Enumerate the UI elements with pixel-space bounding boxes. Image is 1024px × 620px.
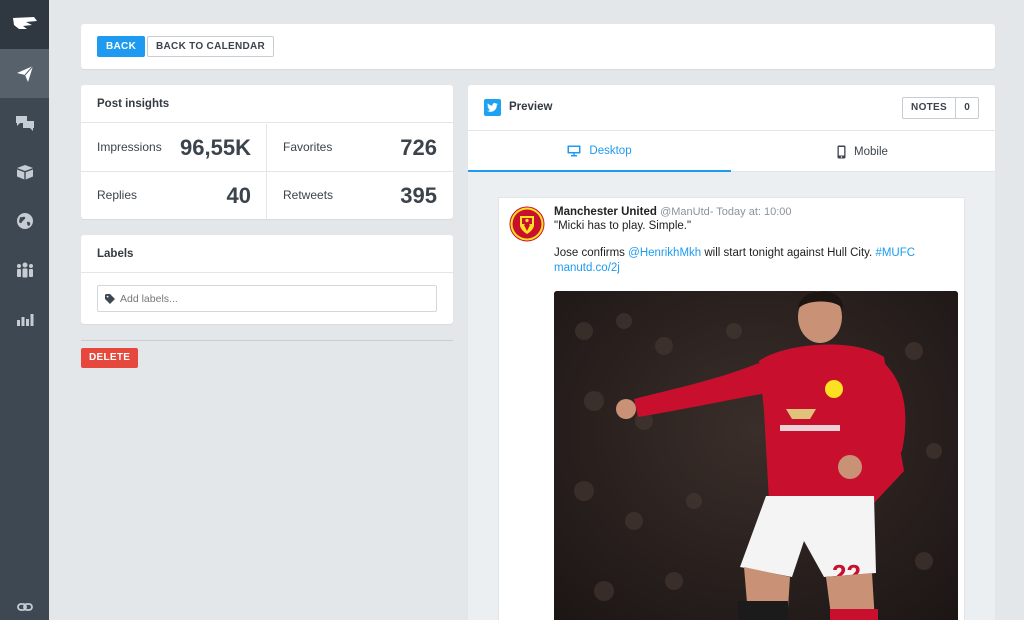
section-divider [81,340,453,341]
preview-tabs: Desktop Mobile [468,132,995,172]
impressions-stat: Impressions 96,55K [81,124,267,171]
tweet-quote: "Micki has to play. Simple." [554,220,692,232]
tweet-author-handle[interactable]: @ManUtd [660,206,710,218]
grid-divider-horizontal [81,171,453,172]
retweets-label: Retweets [283,188,334,202]
brand-logo-icon [12,16,37,33]
post-insights-panel: Post insights Impressions 96,55K Favorit… [81,85,453,219]
bar-chart-icon [16,313,33,326]
tab-desktop-label: Desktop [589,145,632,157]
replies-label: Replies [97,188,138,202]
sidebar-item-publish[interactable] [0,49,49,98]
paper-plane-icon [16,65,33,82]
avatar [509,206,545,242]
sidebar-item-analytics[interactable] [0,294,49,343]
tab-desktop[interactable]: Desktop [468,132,731,172]
twitter-icon [484,99,501,116]
preview-body: Manchester United @ManUtd- Today at: 10:… [468,172,995,620]
tab-mobile-label: Mobile [854,146,888,158]
labels-title: Labels [81,235,453,273]
sidebar-item-listen[interactable] [0,196,49,245]
tweet-timestamp: - Today at: 10:00 [709,206,792,218]
sidebar [0,0,49,620]
retweets-stat: Retweets 395 [267,172,453,219]
tweet-card: Manchester United @ManUtd- Today at: 10:… [498,197,965,620]
tweet-hashtag-link[interactable]: #MUFC [875,247,915,259]
favorites-label: Favorites [283,140,333,154]
preview-panel: Preview NOTES 0 Desktop Mobile Mancheste… [468,85,995,620]
tweet-header: Manchester United @ManUtd- Today at: 10:… [554,206,792,218]
replies-value: 40 [226,183,251,208]
labels-panel: Labels [81,235,453,324]
post-insights-title: Post insights [81,85,453,123]
sidebar-item-audience[interactable] [0,245,49,294]
sidebar-link[interactable] [0,594,49,620]
sidebar-item-content[interactable] [0,147,49,196]
tweet-media-image[interactable]: 22 [554,291,958,620]
tweet-author-name[interactable]: Manchester United [554,206,657,218]
insights-grid: Impressions 96,55K Favorites 726 Replies… [81,124,453,219]
tweet-text-start: Jose confirms [554,247,629,259]
sidebar-item-engage[interactable] [0,98,49,147]
back-to-calendar-button[interactable]: BACK TO CALENDAR [147,36,275,57]
preview-header: Preview NOTES 0 [468,85,995,131]
club-crest-icon [509,206,545,242]
notes-label: NOTES [903,98,956,118]
impressions-label: Impressions [97,140,162,154]
impressions-value: 96,55K [180,135,251,160]
labels-field[interactable] [97,285,437,312]
favorites-value: 726 [400,135,437,160]
labels-input[interactable] [120,292,420,305]
preview-title: Preview [509,101,553,113]
replies-stat: Replies 40 [81,172,267,219]
delete-button[interactable]: DELETE [81,348,139,368]
favorites-stat: Favorites 726 [267,124,453,171]
tweet-url-link[interactable]: manutd.co/2j [554,262,620,274]
top-toolbar: BACK BACK TO CALENDAR [81,24,995,69]
tweet-body: Jose confirms @HenrikhMkh will start ton… [554,246,959,276]
desktop-icon [567,145,581,157]
retweets-value: 395 [400,183,437,208]
tag-icon [105,293,115,304]
brand-logo[interactable] [0,0,49,49]
people-icon [16,262,33,277]
tweet-text-mid: will start tonight against Hull City. [701,247,876,259]
chat-bubbles-icon [15,115,34,131]
back-button[interactable]: BACK [97,36,146,57]
box-icon [16,164,33,179]
notes-count: 0 [964,102,970,113]
link-icon [16,603,33,611]
football-player-photo: 22 [554,291,958,620]
mobile-icon [837,145,846,159]
tweet-mention-link[interactable]: @HenrikhMkh [628,247,701,259]
globe-icon [16,212,33,229]
tab-mobile[interactable]: Mobile [731,132,994,172]
notes-button[interactable]: NOTES 0 [902,97,979,119]
